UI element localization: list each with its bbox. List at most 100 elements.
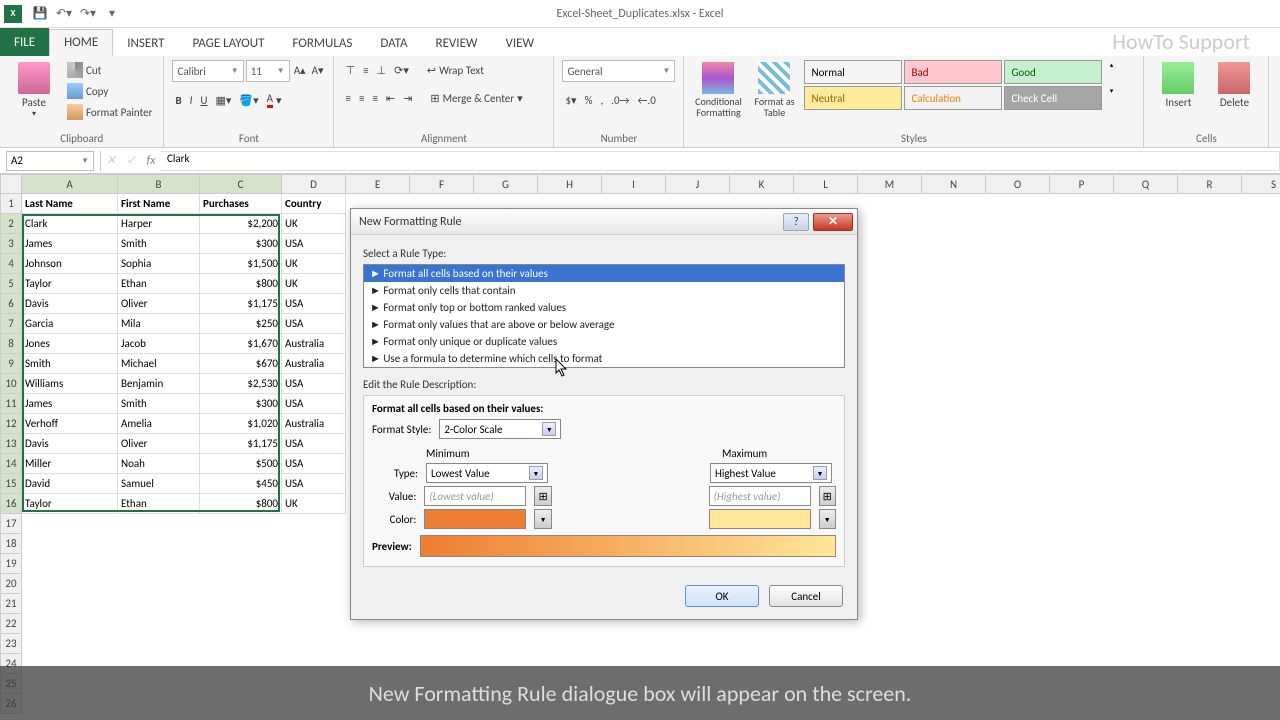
tab-data[interactable]: DATA bbox=[366, 31, 421, 56]
cell[interactable]: Ethan bbox=[118, 274, 200, 294]
orientation[interactable]: ⟳▾ bbox=[391, 60, 412, 80]
cell[interactable]: Oliver bbox=[118, 294, 200, 314]
row-header[interactable]: 8 bbox=[0, 334, 22, 354]
cell[interactable]: Benjamin bbox=[118, 374, 200, 394]
cell[interactable]: UK bbox=[282, 214, 346, 234]
row-header[interactable]: 19 bbox=[0, 554, 22, 574]
tab-page-layout[interactable]: PAGE LAYOUT bbox=[179, 31, 279, 56]
cell[interactable]: USA bbox=[282, 454, 346, 474]
style-check-cell[interactable]: Check Cell bbox=[1004, 86, 1102, 110]
cell[interactable]: USA bbox=[282, 474, 346, 494]
row-header[interactable]: 16 bbox=[0, 494, 22, 514]
cell[interactable]: Sophia bbox=[118, 254, 200, 274]
row-header[interactable]: 1 bbox=[0, 194, 22, 214]
align-right[interactable]: ≡ bbox=[369, 88, 380, 108]
decrease-decimal[interactable]: ←.0 bbox=[635, 90, 659, 110]
cell-styles-gallery[interactable]: Normal Bad Good ▴ Neutral Calculation Ch… bbox=[804, 60, 1118, 110]
style-bad[interactable]: Bad bbox=[904, 60, 1002, 84]
cell[interactable]: UK bbox=[282, 494, 346, 514]
cell[interactable]: Jones bbox=[22, 334, 118, 354]
format-style-dropdown[interactable]: 2-Color Scale▼ bbox=[439, 419, 561, 439]
cell[interactable]: $1,175 bbox=[200, 434, 282, 454]
row-header[interactable]: 12 bbox=[0, 414, 22, 434]
decrease-font-button[interactable]: A▾ bbox=[310, 60, 326, 80]
undo-button[interactable]: ↶▾ bbox=[54, 4, 74, 24]
cell[interactable]: Australia bbox=[282, 354, 346, 374]
cell[interactable]: Clark bbox=[22, 214, 118, 234]
column-header[interactable]: D bbox=[282, 174, 346, 194]
align-left[interactable]: ≡ bbox=[342, 88, 353, 108]
cell[interactable]: First Name bbox=[118, 194, 200, 214]
tab-review[interactable]: REVIEW bbox=[422, 31, 492, 56]
cell[interactable]: USA bbox=[282, 374, 346, 394]
row-header[interactable]: 20 bbox=[0, 574, 22, 594]
format-painter-button[interactable]: Format Painter bbox=[64, 102, 155, 122]
merge-center-button[interactable]: ⊞ Merge & Center ▾ bbox=[427, 88, 525, 108]
cell[interactable]: James bbox=[22, 234, 118, 254]
dialog-help-button[interactable]: ? bbox=[783, 213, 809, 231]
cancel-formula-button[interactable]: ✕ bbox=[101, 153, 121, 168]
column-header[interactable]: R bbox=[1178, 174, 1242, 194]
row-header[interactable]: 2 bbox=[0, 214, 22, 234]
cell[interactable]: Country bbox=[282, 194, 346, 214]
cell[interactable]: Amelia bbox=[118, 414, 200, 434]
font-size-combo[interactable]: 11▼ bbox=[246, 60, 290, 82]
row-header[interactable]: 9 bbox=[0, 354, 22, 374]
cell[interactable]: Taylor bbox=[22, 274, 118, 294]
cell[interactable]: $1,500 bbox=[200, 254, 282, 274]
cell[interactable]: Verhoff bbox=[22, 414, 118, 434]
style-normal[interactable]: Normal bbox=[804, 60, 902, 84]
max-color-swatch[interactable] bbox=[709, 509, 811, 529]
align-center[interactable]: ≡ bbox=[356, 88, 367, 108]
font-name-combo[interactable]: Calibri▼ bbox=[172, 60, 243, 82]
cell[interactable]: $1,175 bbox=[200, 294, 282, 314]
cell[interactable]: UK bbox=[282, 254, 346, 274]
cell[interactable]: USA bbox=[282, 314, 346, 334]
max-type-dropdown[interactable]: Highest Value▼ bbox=[710, 463, 832, 483]
cell[interactable]: Purchases bbox=[200, 194, 282, 214]
dialog-close-button[interactable]: ✕ bbox=[813, 213, 853, 231]
align-top[interactable]: ⊤ bbox=[342, 60, 358, 80]
rule-type-item[interactable]: ► Format only unique or duplicate values bbox=[364, 333, 844, 350]
delete-button[interactable]: Delete bbox=[1208, 60, 1260, 126]
max-value-field[interactable]: (Highest value) bbox=[709, 486, 811, 506]
column-header[interactable]: B bbox=[118, 174, 200, 194]
align-middle[interactable]: ≡ bbox=[360, 60, 371, 80]
increase-indent[interactable]: ⇥ bbox=[400, 88, 415, 108]
max-color-dropdown[interactable]: ▼ bbox=[819, 509, 836, 529]
row-header[interactable]: 5 bbox=[0, 274, 22, 294]
column-header[interactable]: O bbox=[986, 174, 1050, 194]
bold-button[interactable]: B bbox=[172, 90, 184, 110]
font-color-button[interactable]: A▾ bbox=[264, 90, 285, 110]
qat-customize[interactable]: ▾ bbox=[102, 4, 122, 24]
number-format-combo[interactable]: General▼ bbox=[562, 60, 675, 82]
rule-type-item[interactable]: ► Use a formula to determine which cells… bbox=[364, 350, 844, 367]
fill-color-button[interactable]: 🪣▾ bbox=[236, 90, 261, 110]
cell[interactable]: $670 bbox=[200, 354, 282, 374]
name-box[interactable]: A2▼ bbox=[6, 151, 94, 171]
max-range-selector[interactable]: ⊞ bbox=[819, 486, 836, 506]
cell[interactable]: David bbox=[22, 474, 118, 494]
cell[interactable]: Harper bbox=[118, 214, 200, 234]
column-header[interactable]: K bbox=[730, 174, 794, 194]
rule-type-item[interactable]: ► Format all cells based on their values bbox=[364, 265, 844, 282]
row-header[interactable]: 10 bbox=[0, 374, 22, 394]
cell[interactable]: $300 bbox=[200, 234, 282, 254]
column-header[interactable]: Q bbox=[1114, 174, 1178, 194]
cell[interactable]: Taylor bbox=[22, 494, 118, 514]
underline-button[interactable]: U bbox=[197, 90, 210, 110]
row-header[interactable]: 18 bbox=[0, 534, 22, 554]
tab-view[interactable]: VIEW bbox=[492, 31, 549, 56]
column-header[interactable]: S bbox=[1242, 174, 1280, 194]
cell[interactable]: $800 bbox=[200, 494, 282, 514]
tab-insert[interactable]: INSERT bbox=[113, 31, 178, 56]
row-header[interactable]: 22 bbox=[0, 614, 22, 634]
row-header[interactable]: 4 bbox=[0, 254, 22, 274]
min-range-selector[interactable]: ⊞ bbox=[534, 486, 551, 506]
row-header[interactable]: 21 bbox=[0, 594, 22, 614]
file-tab[interactable]: FILE bbox=[0, 28, 49, 56]
cell[interactable]: Ethan bbox=[118, 494, 200, 514]
rule-type-item[interactable]: ► Format only cells that contain bbox=[364, 282, 844, 299]
cut-button[interactable]: Cut bbox=[64, 60, 155, 80]
align-bottom[interactable]: ⊥ bbox=[374, 60, 390, 80]
